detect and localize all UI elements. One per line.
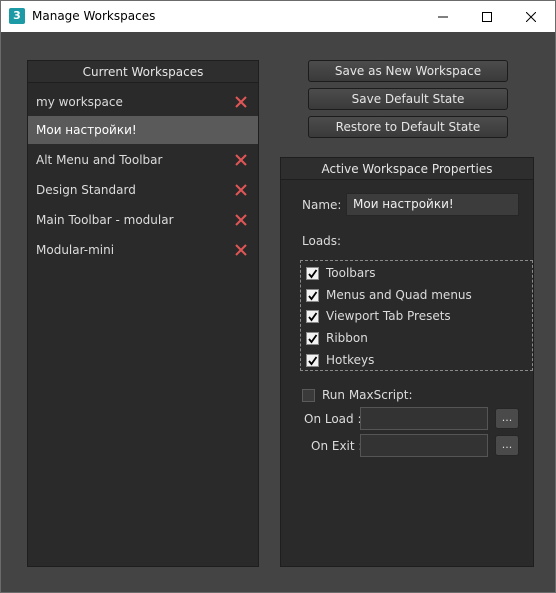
on-load-browse-button[interactable]: ... [495, 408, 519, 429]
checkbox-label: Ribbon [326, 331, 368, 345]
minimize-button[interactable] [421, 1, 465, 32]
workspace-item-selected[interactable]: Мои настройки! [28, 116, 258, 144]
on-load-script-field[interactable] [360, 407, 488, 430]
checkbox-checked-icon [306, 331, 319, 345]
workspace-name-field[interactable]: Мои настройки! [346, 193, 519, 216]
checkbox-label: Run MaxScript: [322, 388, 413, 402]
run-maxscript-checkbox[interactable]: Run MaxScript: [302, 386, 412, 404]
checkbox-label: Toolbars [326, 266, 376, 280]
on-exit-browse-button[interactable]: ... [495, 435, 519, 456]
restore-default-state-button[interactable]: Restore to Default State [308, 116, 508, 138]
checkbox-label: Menus and Quad menus [326, 288, 472, 302]
load-ribbon-checkbox[interactable]: Ribbon [306, 329, 368, 347]
checkbox-checked-icon [306, 266, 319, 280]
delete-x-icon[interactable] [234, 243, 248, 257]
save-as-new-workspace-button[interactable]: Save as New Workspace [308, 60, 508, 82]
workspace-item-label: Modular-mini [36, 243, 115, 257]
save-default-state-button[interactable]: Save Default State [308, 88, 508, 110]
workspace-item-label: Design Standard [36, 183, 136, 197]
workspace-item[interactable]: Alt Menu and Toolbar [28, 146, 258, 174]
close-icon [526, 11, 536, 22]
close-button[interactable] [509, 1, 553, 32]
delete-x-icon[interactable] [234, 153, 248, 167]
checkbox-checked-icon [306, 353, 319, 367]
load-toolbars-checkbox[interactable]: Toolbars [306, 264, 375, 282]
on-exit-script-field[interactable] [360, 434, 488, 457]
workspace-item[interactable]: Main Toolbar - modular [28, 206, 258, 234]
checkbox-checked-icon [306, 288, 319, 302]
load-viewport-presets-checkbox[interactable]: Viewport Tab Presets [306, 307, 451, 325]
on-exit-label: On Exit : [311, 439, 363, 453]
workspace-item[interactable]: Design Standard [28, 176, 258, 204]
workspace-item-label: Мои настройки! [36, 123, 137, 137]
on-load-label: On Load : [304, 412, 362, 426]
title-bar: 3 Manage Workspaces [1, 1, 555, 32]
app-icon: 3 [9, 8, 25, 24]
delete-x-icon[interactable] [234, 213, 248, 227]
load-hotkeys-checkbox[interactable]: Hotkeys [306, 351, 374, 369]
load-menus-checkbox[interactable]: Menus and Quad menus [306, 286, 472, 304]
workspaces-panel: Current Workspaces my workspace Мои наст… [27, 60, 259, 567]
workspace-item-label: Alt Menu and Toolbar [36, 153, 163, 167]
workspace-item[interactable]: my workspace [28, 88, 258, 116]
workspace-item[interactable]: Modular-mini [28, 236, 258, 264]
workspace-item-label: Main Toolbar - modular [36, 213, 174, 227]
delete-x-icon[interactable] [234, 183, 248, 197]
checkbox-unchecked-icon [302, 388, 315, 402]
window-title: Manage Workspaces [32, 9, 156, 23]
minimize-icon [438, 16, 448, 17]
checkbox-checked-icon [306, 309, 319, 323]
loads-label: Loads: [302, 234, 342, 248]
workspaces-panel-header: Current Workspaces [28, 61, 258, 83]
name-label: Name: [302, 198, 342, 212]
delete-x-icon[interactable] [234, 95, 248, 109]
checkbox-label: Viewport Tab Presets [326, 309, 451, 323]
maximize-button[interactable] [465, 1, 509, 32]
maximize-icon [482, 11, 492, 22]
workspace-item-label: my workspace [36, 95, 123, 109]
properties-panel-header: Active Workspace Properties [281, 158, 533, 180]
manage-workspaces-window: 3 Manage Workspaces Current Workspaces m… [0, 0, 556, 593]
checkbox-label: Hotkeys [326, 353, 375, 367]
